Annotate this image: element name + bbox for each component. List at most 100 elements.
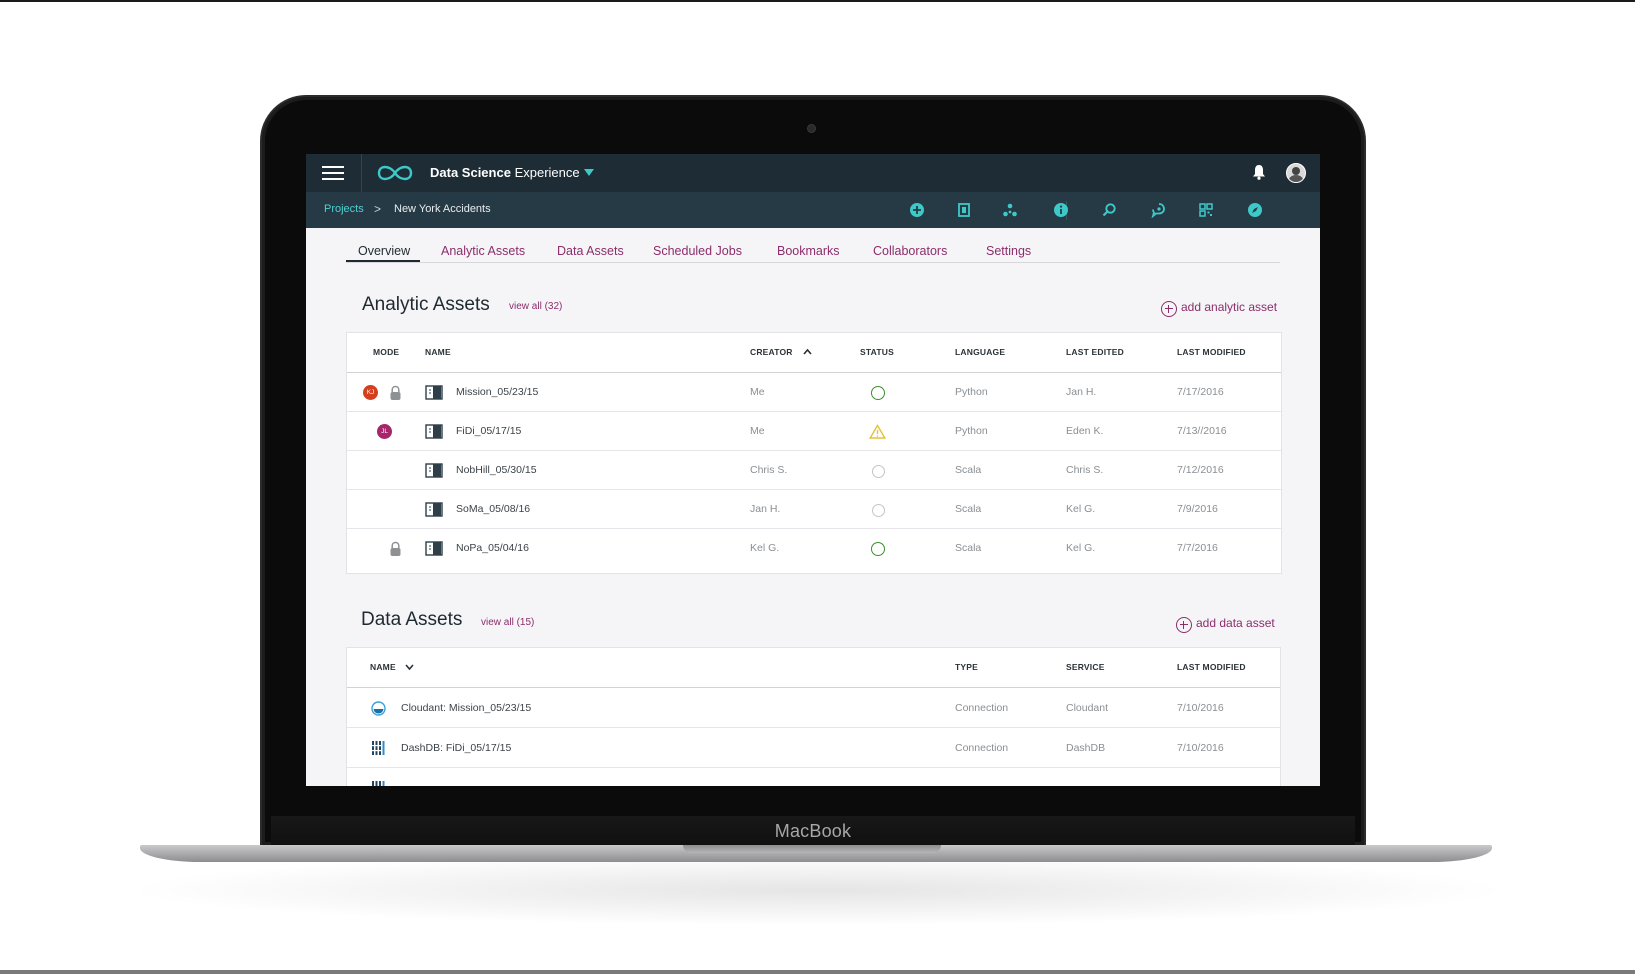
find-icon[interactable] [1101,202,1117,218]
breadcrumb-separator: > [374,202,382,216]
table-row[interactable]: DashDB: FiDi_05/17/15 Connection DashDB … [347,728,1280,768]
last-edited: Jan H. [1066,386,1097,398]
data-asset-name[interactable]: Cloudant: Mission_05/23/15 [401,702,531,714]
language: Python [955,425,988,437]
service: Cloudant [1066,702,1109,714]
last-edited: Eden K. [1066,425,1104,437]
add-circle-icon[interactable] [1176,617,1192,633]
tab-overview[interactable]: Overview [358,244,410,258]
asset-name[interactable]: NobHill_05/30/15 [456,464,537,476]
menu-button[interactable] [306,154,362,192]
language: Scala [955,542,982,554]
notebook-icon [425,541,443,556]
active-tab-indicator [346,260,420,262]
table-row[interactable]: NobHill_05/30/15 Chris S. Scala Chris S.… [347,451,1281,490]
analytic-assets-view-all-link[interactable]: view all (32) [509,301,562,312]
column-name[interactable]: NAME [370,662,396,672]
column-last-edited[interactable]: LAST EDITED [1066,347,1124,357]
asset-name[interactable]: FiDi_05/17/15 [456,425,521,437]
column-type[interactable]: TYPE [955,662,978,672]
tab-collaborators[interactable]: Collaborators [873,244,947,258]
language: Python [955,386,988,398]
notebook-icon [425,424,443,439]
add-circle-icon[interactable] [1161,301,1177,317]
sort-ascending-icon[interactable] [803,348,812,355]
asset-name[interactable]: SoMa_05/08/16 [456,503,530,515]
top-border [0,0,1635,2]
column-status[interactable]: STATUS [860,347,894,357]
column-creator[interactable]: CREATOR [750,347,793,357]
last-edited: Kel G. [1066,503,1096,515]
chat-icon[interactable] [1150,202,1166,218]
app-screen: Data Science Experience Projects > New Y… [306,154,1320,786]
breadcrumb-projects-link[interactable]: Projects [324,203,364,215]
service: DashDB [1066,742,1106,754]
bell-icon[interactable] [1252,164,1266,180]
column-name[interactable]: NAME [425,347,451,357]
data-asset-name[interactable]: DashDB: FiDi_05/17/15 [401,742,511,754]
app-header: Data Science Experience [306,154,1320,192]
language: Scala [955,464,982,476]
add-analytic-asset-link[interactable]: add analytic asset [1181,300,1277,314]
lock-icon [390,385,401,400]
breadcrumb-current: New York Accidents [394,203,491,215]
tab-analytic-assets[interactable]: Analytic Assets [441,244,525,258]
status-idle-icon [872,465,885,478]
chevron-down-icon[interactable] [584,169,594,176]
last-modified: 7/9/2016 [1177,503,1218,515]
column-mode: MODE [373,347,400,357]
camera [808,125,815,132]
last-modified: 7/7/2016 [1177,542,1218,554]
column-last-modified[interactable]: LAST MODIFIED [1177,662,1246,672]
tab-bookmarks[interactable]: Bookmarks [777,244,840,258]
table-row[interactable] [347,768,1280,786]
tab-settings[interactable]: Settings [986,244,1031,258]
warning-icon [869,424,886,439]
project-tabs: Overview Analytic Assets Data Assets Sch… [346,238,1280,263]
column-last-modified[interactable]: LAST MODIFIED [1177,347,1246,357]
type: Connection [955,742,1009,754]
avatar: KJ [363,385,378,400]
analytic-assets-title: Analytic Assets [362,294,490,315]
creator: Jan H. [750,503,781,515]
last-modified: 7/17/2016 [1177,386,1224,398]
laptop-shadow [140,855,1495,925]
table-row[interactable]: NoPa_05/04/16 Kel G. Scala Kel G. 7/7/20… [347,529,1281,567]
notebook-icon [425,463,443,478]
avatar: JL [377,424,392,439]
tab-data-assets[interactable]: Data Assets [557,244,624,258]
asset-name[interactable]: NoPa_05/04/16 [456,542,529,554]
creator: Kel G. [750,542,780,554]
info-icon[interactable] [1053,202,1069,218]
add-data-asset-link[interactable]: add data asset [1196,616,1275,630]
sort-descending-icon[interactable] [405,664,414,671]
last-edited: Chris S. [1066,464,1104,476]
compass-icon[interactable] [1247,202,1263,218]
cloudant-icon [371,701,386,716]
add-icon[interactable] [909,202,925,218]
analytic-assets-table: MODE NAME CREATOR STATUS LANGUAGE LAST E… [346,332,1282,574]
app-title[interactable]: Data Science Experience [430,165,580,180]
table-row[interactable]: KJ Mission_05/23/15 Me Python Jan H. 7/1… [347,373,1281,412]
table-header: MODE NAME CREATOR STATUS LANGUAGE LAST E… [347,333,1281,373]
lock-icon [390,541,401,556]
column-service[interactable]: SERVICE [1066,662,1105,672]
notebook-icon[interactable] [956,202,972,218]
last-modified: 7/10/2016 [1177,702,1224,714]
last-modified: 7/10/2016 [1177,742,1224,754]
notebook-icon [425,502,443,517]
table-row[interactable]: SoMa_05/08/16 Jan H. Scala Kel G. 7/9/20… [347,490,1281,529]
tab-scheduled-jobs[interactable]: Scheduled Jobs [653,244,742,258]
last-modified: 7/13//2016 [1177,425,1227,437]
asset-name[interactable]: Mission_05/23/15 [456,386,538,398]
user-avatar[interactable] [1286,163,1306,183]
column-language[interactable]: LANGUAGE [955,347,1005,357]
graph-nodes-icon[interactable] [1002,202,1018,218]
data-assets-view-all-link[interactable]: view all (15) [481,617,534,628]
table-row[interactable]: Cloudant: Mission_05/23/15 Connection Cl… [347,688,1280,728]
type: Connection [955,702,1009,714]
table-row[interactable]: JL FiDi_05/17/15 Me Python Eden K. 7/13/… [347,412,1281,451]
last-edited: Kel G. [1066,542,1096,554]
last-modified: 7/12/2016 [1177,464,1224,476]
grid-icon[interactable] [1198,202,1214,218]
